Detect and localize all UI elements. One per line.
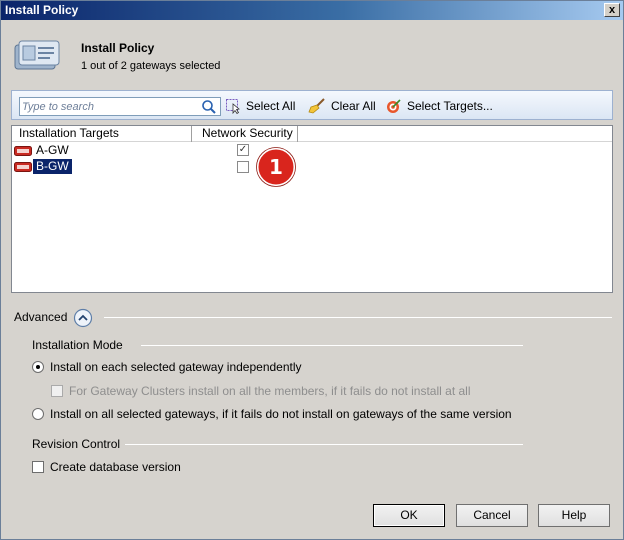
gateway-name: B-GW [33, 159, 72, 174]
help-button[interactable]: Help [538, 504, 610, 527]
select-all-icon [226, 99, 240, 114]
network-security-checkbox[interactable]: ✓ [237, 144, 249, 156]
policy-install-icon [14, 40, 60, 70]
install-all-option[interactable]: Install on all selected gateways, if it … [32, 407, 512, 421]
window-title: Install Policy [5, 3, 79, 17]
select-targets-label: Select Targets... [407, 99, 493, 113]
advanced-divider [104, 317, 612, 318]
cluster-install-option: For Gateway Clusters install on all the … [51, 384, 471, 398]
target-icon [387, 99, 401, 113]
target-toolbar: Select All Clear All Select Targets... [11, 90, 613, 120]
close-button[interactable]: x [604, 3, 620, 17]
create-db-version-checkbox[interactable] [32, 461, 44, 473]
create-db-version-label: Create database version [50, 460, 181, 474]
install-independently-label: Install on each selected gateway indepen… [50, 360, 302, 374]
cancel-button[interactable]: Cancel [456, 504, 528, 527]
title-bar: Install Policy x [1, 1, 623, 20]
clear-all-label: Clear All [331, 99, 376, 113]
table-row[interactable]: B-GW [12, 159, 612, 175]
search-box [19, 97, 221, 116]
revision-control-divider [125, 444, 523, 445]
header-title: Install Policy [81, 41, 155, 55]
install-all-radio[interactable] [32, 408, 44, 420]
gateway-icon [14, 146, 32, 156]
dialog-header: Install Policy 1 out of 2 gateways selec… [13, 33, 613, 77]
select-all-button[interactable]: Select All [225, 97, 295, 115]
install-independently-radio[interactable] [32, 361, 44, 373]
installation-mode-title: Installation Mode [32, 338, 123, 352]
revision-control-title: Revision Control [32, 437, 121, 451]
cluster-install-label: For Gateway Clusters install on all the … [69, 384, 471, 398]
installation-targets-table: Installation Targets Network Security A-… [11, 125, 613, 293]
advanced-section-header: Advanced [14, 308, 614, 328]
table-header: Installation Targets Network Security [12, 126, 612, 142]
create-db-version-option[interactable]: Create database version [32, 460, 181, 474]
cluster-install-checkbox [51, 385, 63, 397]
network-security-checkbox[interactable] [237, 161, 249, 173]
broom-icon [308, 98, 325, 114]
step-callout-badge: 1 [256, 147, 296, 187]
close-icon: x [608, 4, 616, 16]
select-targets-button[interactable]: Select Targets... [386, 97, 493, 115]
column-installation-targets[interactable]: Installation Targets [12, 126, 192, 142]
callout-number: 1 [269, 155, 283, 179]
chevron-up-icon[interactable] [73, 308, 93, 328]
select-all-label: Select All [246, 99, 296, 113]
column-network-security[interactable]: Network Security [192, 126, 298, 142]
table-row[interactable]: A-GW ✓ [12, 143, 612, 159]
header-subtitle: 1 out of 2 gateways selected [81, 60, 221, 72]
install-policy-dialog: Install Policy x Install Policy 1 out of… [0, 0, 624, 540]
ok-button[interactable]: OK [373, 504, 445, 527]
gateway-icon [14, 162, 32, 172]
search-input[interactable] [22, 99, 194, 114]
advanced-label: Advanced [14, 310, 68, 324]
install-independently-option[interactable]: Install on each selected gateway indepen… [32, 360, 302, 374]
installation-mode-divider [141, 345, 523, 346]
install-all-label: Install on all selected gateways, if it … [50, 407, 512, 421]
clear-all-button[interactable]: Clear All [308, 97, 376, 115]
search-icon[interactable] [201, 99, 217, 115]
gateway-name: A-GW [36, 143, 69, 157]
